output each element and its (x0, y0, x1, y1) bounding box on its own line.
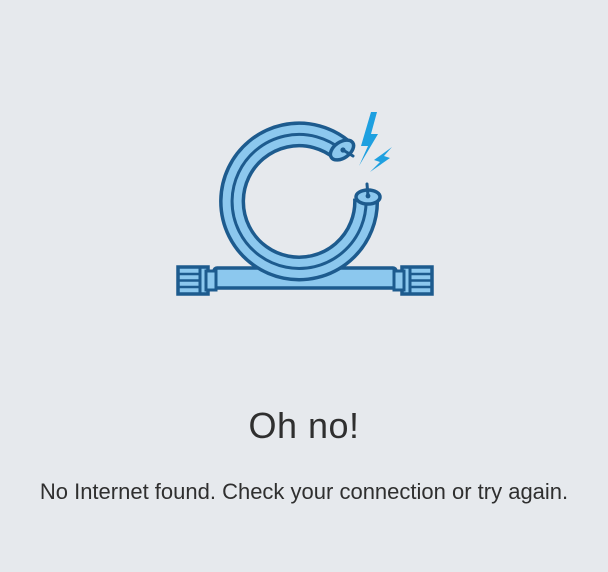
error-message: No Internet found. Check your connection… (39, 479, 569, 504)
error-illustration (0, 0, 608, 340)
unplugged-cable-icon (176, 112, 434, 296)
left-plug-icon (176, 265, 218, 296)
right-plug-icon (392, 265, 434, 296)
error-title: Oh no! (248, 405, 360, 446)
spark-icon (359, 112, 392, 172)
